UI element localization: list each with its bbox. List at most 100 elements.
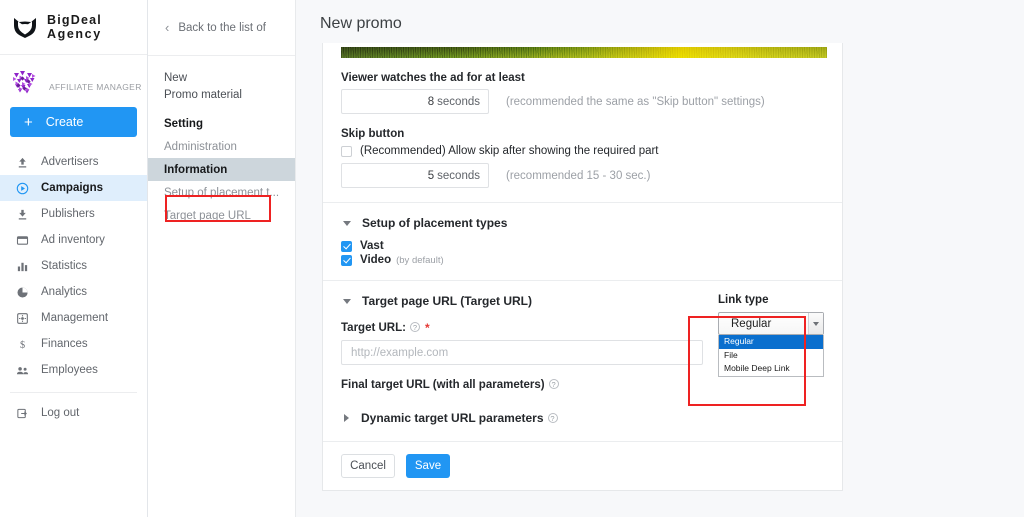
svg-text:$: $ xyxy=(20,340,25,351)
account-role-label: AFFILIATE MANAGER xyxy=(49,73,142,92)
app-window: BigDeal Agency xyxy=(0,0,1024,517)
link-type-option-mobile-deep-link[interactable]: Mobile Deep Link xyxy=(719,362,823,376)
target-url-section: Target page URL (Target URL) Target URL:… xyxy=(323,280,842,441)
placement-types-section: Setup of placement types Vast Video (by … xyxy=(323,202,842,266)
skip-seconds-value: 5 xyxy=(428,170,434,182)
create-button-label: Create xyxy=(46,115,84,129)
shield-logo-icon xyxy=(12,14,38,40)
chevron-down-icon[interactable] xyxy=(808,313,823,334)
target-url-placeholder: http://example.com xyxy=(351,347,448,359)
subnav-item-administration[interactable]: Administration xyxy=(148,135,295,158)
placement-types-title: Setup of placement types xyxy=(362,216,507,230)
pie-chart-icon xyxy=(14,285,31,300)
subnav-heading-line-1: New xyxy=(164,70,295,87)
target-url-title: Target page URL (Target URL) xyxy=(362,294,532,308)
primary-sidebar: BigDeal Agency xyxy=(0,0,148,517)
viewer-watch-row: 8 seconds (recommended the same as "Skip… xyxy=(341,89,824,114)
sidebar-item-ad-inventory[interactable]: Ad inventory xyxy=(0,227,147,253)
sidebar-item-campaigns[interactable]: Campaigns xyxy=(0,175,147,201)
target-url-label-text: Target URL: xyxy=(341,322,406,334)
allow-skip-checkbox[interactable] xyxy=(341,146,352,157)
sidebar-item-analytics[interactable]: Analytics xyxy=(0,279,147,305)
question-circle-icon[interactable]: ? xyxy=(549,379,559,389)
viewer-watch-seconds-input[interactable]: 8 seconds xyxy=(341,89,489,114)
allow-skip-label: (Recommended) Allow skip after showing t… xyxy=(360,145,659,157)
link-type-selected-value: Regular xyxy=(731,318,771,330)
video-default-note: (by default) xyxy=(396,255,444,266)
dollar-icon: $ xyxy=(14,337,31,352)
sidebar-item-advertisers[interactable]: Advertisers xyxy=(0,149,147,175)
link-type-dropdown[interactable]: Link type Regular Regular File Mobile De… xyxy=(718,294,824,377)
link-type-option-regular[interactable]: Regular xyxy=(719,335,823,349)
chevron-down-icon xyxy=(343,221,351,226)
sidebar-item-label: Analytics xyxy=(41,286,87,298)
subnav-item-setup-of-placement-types[interactable]: Setup of placement t... xyxy=(148,181,295,204)
sidebar-item-label: Campaigns xyxy=(41,182,103,194)
gear-square-icon xyxy=(14,311,31,326)
brand-logo[interactable]: BigDeal Agency xyxy=(0,0,147,55)
link-type-label: Link type xyxy=(718,294,824,306)
window-icon xyxy=(14,233,31,248)
link-type-select[interactable]: Regular xyxy=(718,312,824,335)
main-content: New promo Viewer watches the ad for at l… xyxy=(296,0,1024,517)
placement-option-video-row[interactable]: Video (by default) xyxy=(341,254,824,266)
dynamic-params-text: Dynamic target URL parameters xyxy=(361,411,544,425)
create-button[interactable]: + Create xyxy=(10,107,137,137)
target-url-input[interactable]: http://example.com xyxy=(341,340,703,365)
final-target-url-text: Final target URL (with all parameters) xyxy=(341,379,545,391)
video-checkbox[interactable] xyxy=(341,255,352,266)
subnav-item-information[interactable]: Information xyxy=(148,158,295,181)
logout-icon xyxy=(14,406,31,421)
placement-types-accordion-header[interactable]: Setup of placement types xyxy=(341,203,824,239)
required-asterisk: * xyxy=(425,321,430,335)
skip-seconds-input[interactable]: 5 seconds xyxy=(341,163,489,188)
sidebar-item-publishers[interactable]: Publishers xyxy=(0,201,147,227)
subnav-item-setting[interactable]: Setting xyxy=(148,112,295,135)
chevron-right-icon xyxy=(344,414,349,422)
promo-form-card: Viewer watches the ad for at least 8 sec… xyxy=(322,43,843,491)
skip-seconds-hint: (recommended 15 - 30 sec.) xyxy=(506,170,650,182)
viewer-watch-seconds-unit: seconds xyxy=(437,96,480,108)
link-type-option-file[interactable]: File xyxy=(719,349,823,363)
sidebar-item-logout[interactable]: Log out xyxy=(0,400,147,426)
question-circle-icon[interactable]: ? xyxy=(410,322,420,332)
sidebar-item-label: Employees xyxy=(41,364,98,376)
placement-option-vast-row[interactable]: Vast xyxy=(341,240,824,252)
subnav-item-target-page-url[interactable]: Target page URL xyxy=(148,204,295,227)
sidebar-item-management[interactable]: Management xyxy=(0,305,147,331)
link-type-option-list: Regular File Mobile Deep Link xyxy=(718,335,824,377)
chevron-left-icon: ‹ xyxy=(165,21,169,34)
cancel-button[interactable]: Cancel xyxy=(341,454,395,478)
vast-label: Vast xyxy=(360,240,384,252)
download-arrow-icon xyxy=(14,207,31,222)
viewer-watch-label: Viewer watches the ad for at least xyxy=(341,72,824,84)
allow-skip-checkbox-row[interactable]: (Recommended) Allow skip after showing t… xyxy=(341,145,824,157)
back-to-list-link[interactable]: ‹ Back to the list of xyxy=(148,0,295,56)
secondary-sidebar: ‹ Back to the list of New Promo material… xyxy=(148,0,296,517)
sidebar-item-finances[interactable]: $ Finances xyxy=(0,331,147,357)
question-circle-icon[interactable]: ? xyxy=(548,413,558,423)
sidebar-item-label: Ad inventory xyxy=(41,234,105,246)
skip-seconds-row: 5 seconds (recommended 15 - 30 sec.) xyxy=(341,163,824,202)
sidebar-item-employees[interactable]: Employees xyxy=(0,357,147,383)
upload-arrow-icon xyxy=(14,155,31,170)
playback-settings-section: Viewer watches the ad for at least 8 sec… xyxy=(323,72,842,202)
skip-seconds-unit: seconds xyxy=(437,170,480,182)
brand-line-1: BigDeal xyxy=(47,13,103,27)
skip-button-label: Skip button xyxy=(341,128,824,140)
identicon-avatar xyxy=(11,67,41,97)
dynamic-params-accordion-header[interactable]: Dynamic target URL parameters? xyxy=(341,391,824,441)
vast-checkbox[interactable] xyxy=(341,241,352,252)
save-button[interactable]: Save xyxy=(406,454,450,478)
brand-text: BigDeal Agency xyxy=(47,13,103,41)
play-circle-icon xyxy=(14,181,31,196)
viewer-watch-hint: (recommended the same as "Skip button" s… xyxy=(506,96,765,108)
sidebar-item-statistics[interactable]: Statistics xyxy=(0,253,147,279)
sidebar-item-label: Publishers xyxy=(41,208,95,220)
account-block[interactable]: AFFILIATE MANAGER xyxy=(0,55,147,103)
sidebar-item-label: Management xyxy=(41,312,108,324)
video-label: Video xyxy=(360,254,391,266)
primary-nav-list: Advertisers Campaigns Publishers xyxy=(0,147,147,426)
sidebar-item-label: Finances xyxy=(41,338,88,350)
nav-divider xyxy=(10,392,137,393)
